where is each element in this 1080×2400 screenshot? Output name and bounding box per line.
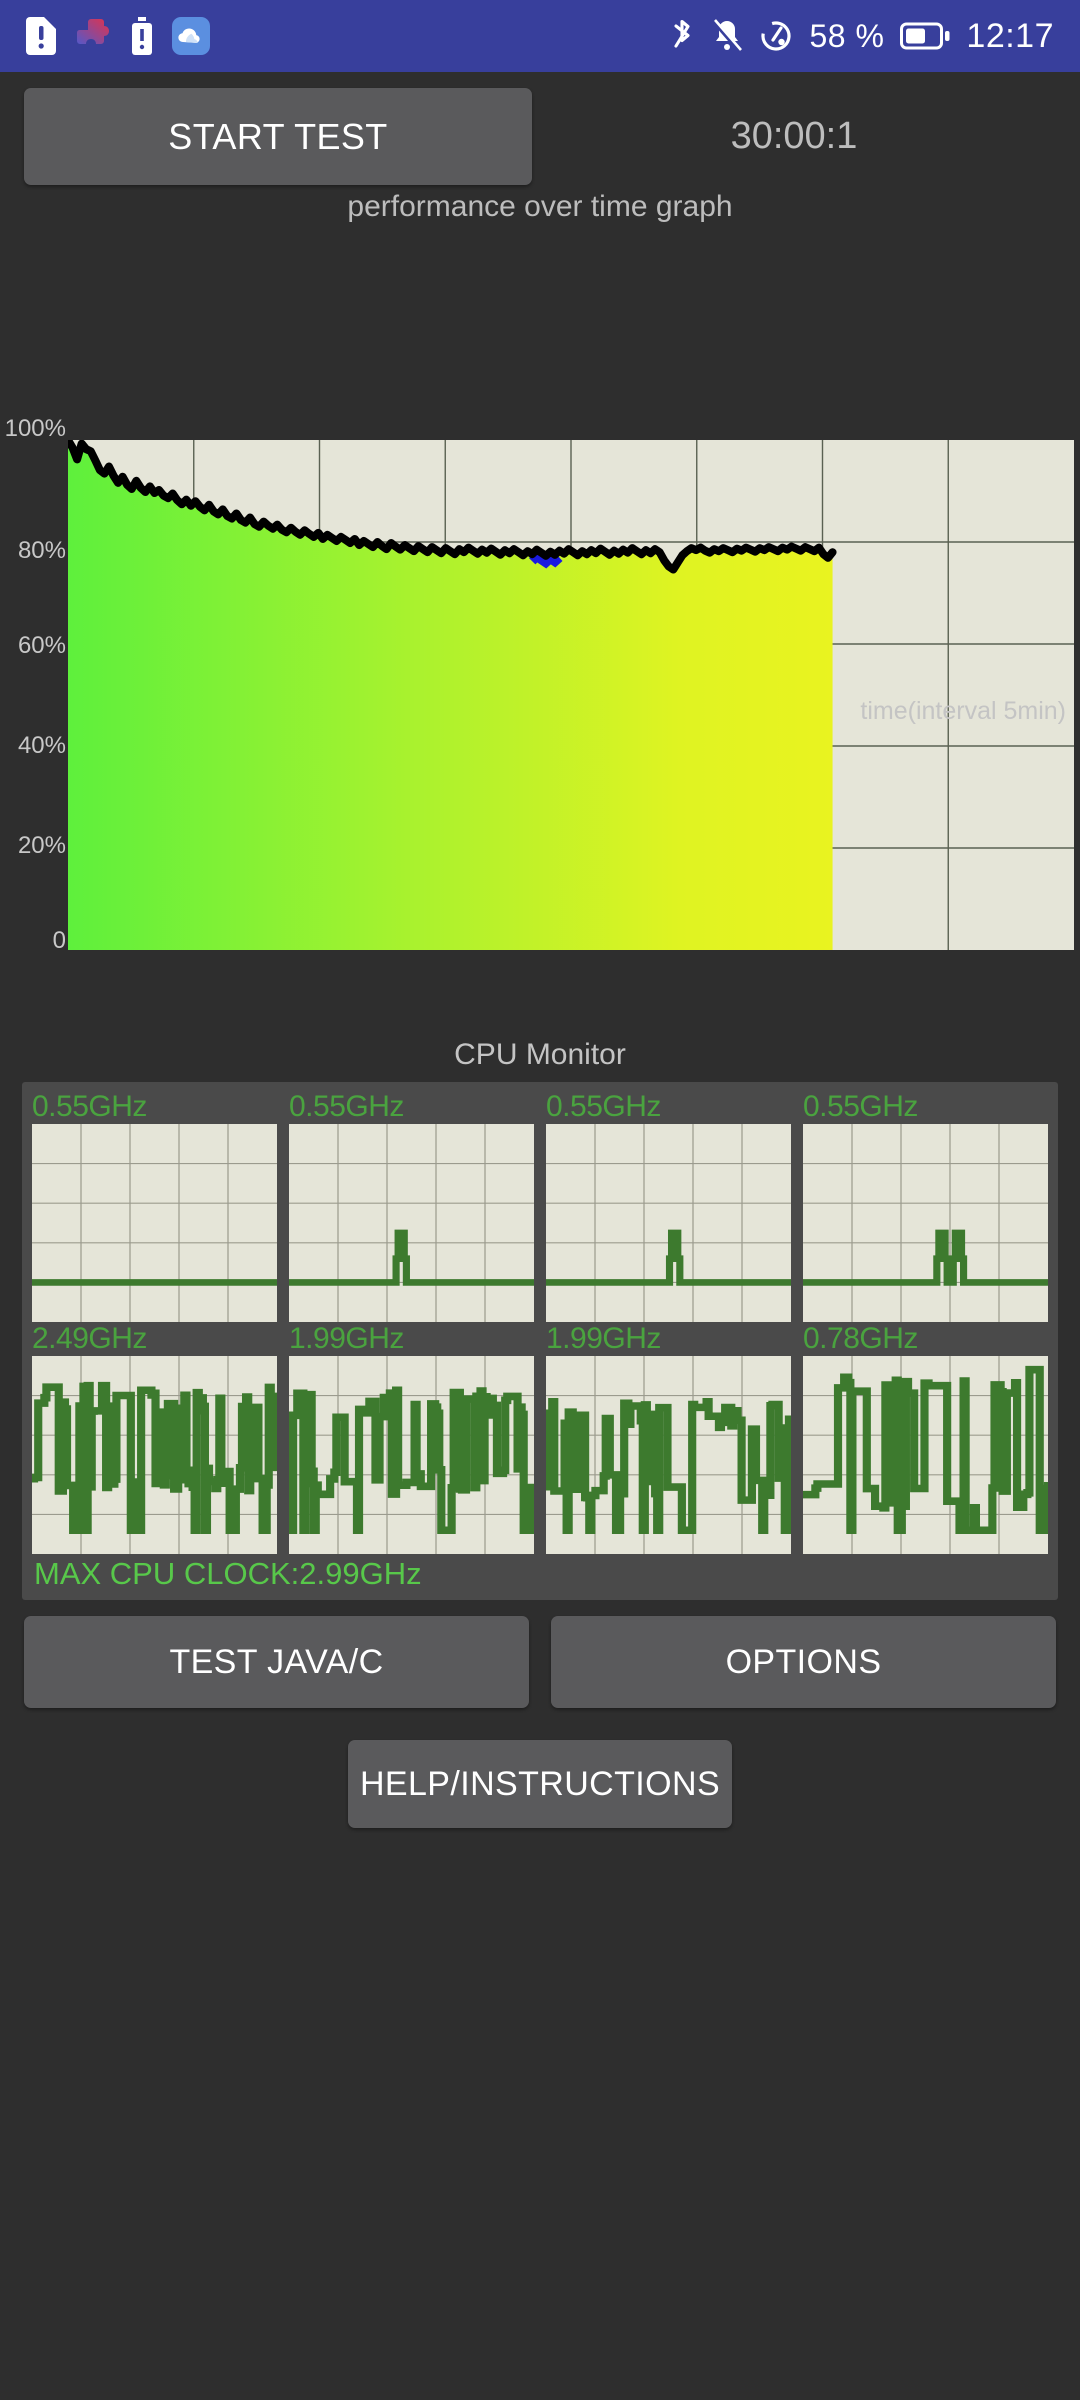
- puzzle-icon: [77, 19, 109, 44]
- bottom-button-row: TEST JAVA/C OPTIONS: [0, 1600, 1080, 1708]
- test-java-c-button[interactable]: TEST JAVA/C: [24, 1616, 529, 1708]
- cpu-core-4: 2.49GHz: [32, 1322, 277, 1554]
- cpu-core-2-graph: [546, 1124, 791, 1322]
- performance-graph: performance over time graph 100% 80% 60%…: [0, 187, 1080, 954]
- cpu-core-7-graph: [803, 1356, 1048, 1554]
- status-bar-left-icons: [26, 17, 210, 55]
- cpu-core-0: 0.55GHz: [32, 1090, 277, 1322]
- cpu-core-6-graph: [546, 1356, 791, 1554]
- cpu-core-1-graph: [289, 1124, 534, 1322]
- top-toolbar: START TEST 30:00:1: [0, 72, 1080, 187]
- cpu-core-3-clock: 0.55GHz: [803, 1090, 918, 1123]
- sim-alert-icon: [26, 17, 56, 55]
- battery-icon: [900, 22, 950, 50]
- cloud-app-icon: [172, 17, 210, 55]
- cpu-core-7-clock: 0.78GHz: [803, 1322, 918, 1355]
- cpu-core-2-clock: 0.55GHz: [546, 1090, 661, 1123]
- cpu-core-7: 0.78GHz: [803, 1322, 1048, 1554]
- status-bar-right-icons: 58 % 12:17: [669, 17, 1054, 56]
- graph-x-axis-label: time(interval 5min): [860, 697, 1066, 725]
- cpu-core-6-clock: 1.99GHz: [546, 1322, 661, 1355]
- y-tick-20: 20%: [17, 832, 66, 859]
- max-cpu-clock-label: MAX CPU CLOCK:2.99GHz: [34, 1556, 422, 1591]
- graph-plot-area: [68, 440, 1074, 950]
- help-instructions-button[interactable]: HELP/INSTRUCTIONS: [348, 1740, 732, 1828]
- start-test-button[interactable]: START TEST: [24, 88, 532, 185]
- cpu-core-2: 0.55GHz: [546, 1090, 791, 1322]
- cpu-core-3: 0.55GHz: [803, 1090, 1048, 1322]
- cpu-core-row-top: 0.55GHz 0.55GHz 0.55GHz 0.55GHz: [32, 1090, 1048, 1322]
- y-tick-0: 0: [52, 927, 66, 954]
- cpu-core-3-graph: [803, 1124, 1048, 1322]
- clock-label: 12:17: [966, 16, 1054, 55]
- cpu-core-6: 1.99GHz: [546, 1322, 791, 1554]
- y-tick-60: 60%: [17, 632, 66, 659]
- cpu-core-4-clock: 2.49GHz: [32, 1322, 147, 1355]
- cpu-monitor-title: CPU Monitor: [454, 1038, 626, 1071]
- y-tick-100: 100%: [4, 415, 66, 442]
- cpu-core-1-clock: 0.55GHz: [289, 1090, 404, 1123]
- cpu-core-row-bottom: 2.49GHz 1.99GHz 1.99GHz 0.78GHz: [32, 1322, 1048, 1554]
- battery-percent-label: 58 %: [809, 17, 885, 54]
- status-bar: 58 % 12:17: [0, 0, 1080, 72]
- bluetooth-icon: [674, 19, 691, 48]
- help-button-row: HELP/INSTRUCTIONS: [0, 1740, 1080, 1828]
- battery-alert-icon: [132, 17, 152, 55]
- cpu-monitor-panel: 0.55GHz 0.55GHz 0.55GHz 0.55GHz 2.49GHz …: [22, 1082, 1058, 1600]
- cpu-core-1: 0.55GHz: [289, 1090, 534, 1322]
- graph-title: performance over time graph: [347, 190, 733, 223]
- cpu-core-4-graph: [32, 1356, 277, 1554]
- cpu-core-0-graph: [32, 1124, 277, 1322]
- dnd-icon: [761, 21, 792, 51]
- cpu-core-5-clock: 1.99GHz: [289, 1322, 404, 1355]
- notifications-muted-icon: [712, 19, 743, 53]
- cpu-core-5-graph: [289, 1356, 534, 1554]
- cpu-core-0-clock: 0.55GHz: [32, 1090, 147, 1123]
- y-tick-80: 80%: [17, 537, 66, 564]
- cpu-core-5: 1.99GHz: [289, 1322, 534, 1554]
- test-timer: 30:00:1: [730, 115, 858, 157]
- y-tick-40: 40%: [17, 732, 66, 759]
- options-button[interactable]: OPTIONS: [551, 1616, 1056, 1708]
